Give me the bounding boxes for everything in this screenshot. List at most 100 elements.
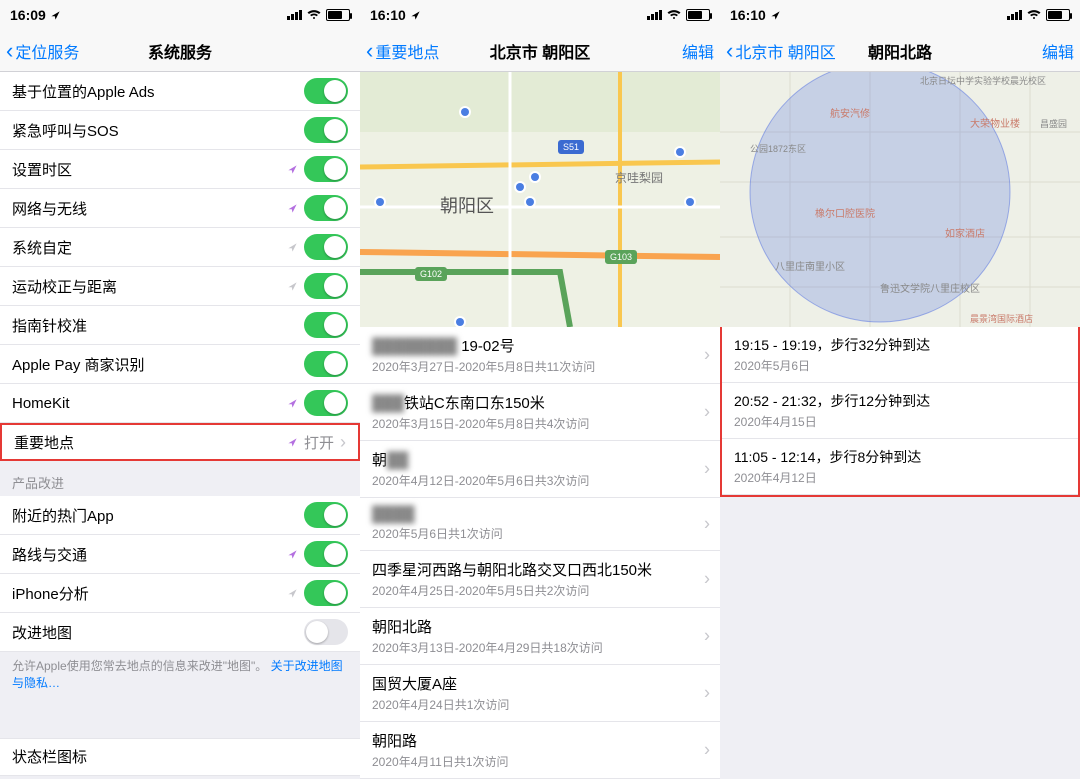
toggle-switch[interactable] xyxy=(304,156,348,182)
visit-row[interactable]: 19:15 - 19:19，步行32分钟到达2020年5月6日 xyxy=(722,327,1078,383)
location-subtitle: 2020年5月6日共1次访问 xyxy=(372,525,503,542)
location-subtitle: 2020年4月25日-2020年5月5日共2次访问 xyxy=(372,582,589,599)
location-row[interactable]: 朝阳北路2020年3月13日-2020年4月29日共18次访问› xyxy=(360,608,720,665)
back-button[interactable]: ‹ 定位服务 xyxy=(6,39,79,63)
status-time: 16:09 xyxy=(10,7,46,23)
svg-text:航安汽修: 航安汽修 xyxy=(830,107,870,120)
map-view[interactable]: G102 G103 S51 朝阳区 京哇梨园 xyxy=(360,72,720,327)
location-row[interactable]: 四季星河西路与朝阳北路交叉口西北150米 2020年4月25日-2020年5月5日… xyxy=(360,551,720,608)
chevron-left-icon: ‹ xyxy=(6,40,13,62)
chevron-right-icon: › xyxy=(704,683,710,704)
chevron-right-icon: › xyxy=(704,402,710,423)
row-label: 重要地点 xyxy=(14,432,74,453)
back-label: 定位服务 xyxy=(15,39,79,63)
row-label: HomeKit xyxy=(12,395,70,412)
chevron-right-icon: › xyxy=(704,569,710,590)
svg-text:鲁迅文学院八里庄校区: 鲁迅文学院八里庄校区 xyxy=(880,282,980,295)
svg-text:G103: G103 xyxy=(610,252,632,262)
location-row[interactable]: ████2020年5月6日共1次访问› xyxy=(360,498,720,551)
location-row[interactable]: 国贸大厦A座2020年4月24日共1次访问› xyxy=(360,665,720,722)
settings-row: Apple Pay 商家识别 xyxy=(0,345,360,384)
row-label: 系统自定 xyxy=(12,237,72,258)
back-label: 北京市 朝阳区 xyxy=(735,39,835,63)
svg-text:大荣物业楼: 大荣物业楼 xyxy=(970,117,1020,130)
toggle-switch[interactable] xyxy=(304,351,348,377)
screen-location-detail: 16:10 ‹ 北京市 朝阳区 朝阳北路 编辑 xyxy=(720,0,1080,779)
page-title: 朝阳北路 xyxy=(868,39,932,63)
visit-date: 2020年4月15日 xyxy=(734,413,817,430)
visit-row[interactable]: 20:52 - 21:32，步行12分钟到达 2020年4月15日 xyxy=(722,383,1078,439)
location-title: 四季星河西路与朝阳北路交叉口西北150米 xyxy=(372,559,652,580)
svg-text:G102: G102 xyxy=(420,269,442,279)
toggle-switch[interactable] xyxy=(304,502,348,528)
visit-title: 20:52 - 21:32，步行12分钟到达 xyxy=(734,391,930,411)
toggle-switch[interactable] xyxy=(304,619,348,645)
significant-locations-row[interactable]: 重要地点 打开 › xyxy=(0,423,360,461)
location-title: ████████ 19-02号 xyxy=(372,335,515,356)
settings-list: 基于位置的Apple Ads紧急呼叫与SOS设置时区网络与无线系统自定运动校正与… xyxy=(0,72,360,779)
page-title: 系统服务 xyxy=(148,39,212,63)
location-arrow-icon xyxy=(410,10,421,21)
toggle-switch[interactable] xyxy=(304,234,348,260)
cellular-icon xyxy=(287,10,302,20)
location-subtitle: 2020年4月24日共1次访问 xyxy=(372,696,509,713)
chevron-right-icon: › xyxy=(340,432,346,453)
location-row[interactable]: ███铁站C东南口东150米2020年3月15日-2020年5月8日共4次访问› xyxy=(360,384,720,441)
toggle-switch[interactable] xyxy=(304,541,348,567)
page-title: 北京市 朝阳区 xyxy=(490,39,590,63)
settings-row: 路线与交通 xyxy=(0,535,360,574)
location-arrow-icon xyxy=(287,398,298,409)
toggle-switch[interactable] xyxy=(304,195,348,221)
battery-icon xyxy=(1046,9,1070,21)
settings-row: 紧急呼叫与SOS xyxy=(0,111,360,150)
status-time: 16:10 xyxy=(730,7,766,23)
wifi-icon xyxy=(306,8,322,22)
row-label: 指南针校准 xyxy=(12,315,87,336)
back-label: 重要地点 xyxy=(375,39,439,63)
row-label: Apple Pay 商家识别 xyxy=(12,354,145,375)
visit-title: 19:15 - 19:19，步行32分钟到达 xyxy=(734,335,930,355)
location-title: 朝██ xyxy=(372,449,408,470)
cellular-icon xyxy=(1007,10,1022,20)
section-header: 产品改进 xyxy=(0,461,360,496)
location-arrow-icon xyxy=(50,10,61,21)
settings-row: 网络与无线 xyxy=(0,189,360,228)
location-list: ████████ 19-02号 2020年3月27日-2020年5月8日共11次访… xyxy=(360,327,720,779)
location-subtitle: 2020年4月11日共1次访问 xyxy=(372,753,509,770)
location-row[interactable]: 朝阳路2020年4月11日共1次访问› xyxy=(360,722,720,779)
map-view[interactable]: 航安汽修 大荣物业楼 橡尔口腔医院 如家酒店 八里庄南里小区 鲁迅文学院八里庄校… xyxy=(720,72,1080,327)
back-button[interactable]: ‹ 北京市 朝阳区 xyxy=(726,39,836,63)
location-row[interactable]: ████████ 19-02号 2020年3月27日-2020年5月8日共11次访… xyxy=(360,327,720,384)
toggle-switch[interactable] xyxy=(304,390,348,416)
back-button[interactable]: ‹ 重要地点 xyxy=(366,39,439,63)
status-bar: 16:10 xyxy=(360,0,720,30)
chevron-right-icon: › xyxy=(704,345,710,366)
status-bar-icon-row[interactable]: 状态栏图标 xyxy=(0,738,360,776)
svg-text:如家酒店: 如家酒店 xyxy=(945,227,985,240)
toggle-switch[interactable] xyxy=(304,78,348,104)
wifi-icon xyxy=(666,8,682,22)
settings-row: 改进地图 xyxy=(0,613,360,652)
location-arrow-icon xyxy=(287,588,298,599)
toggle-switch[interactable] xyxy=(304,580,348,606)
screen-locations-list: 16:10 ‹ 重要地点 北京市 朝阳区 编辑 xyxy=(360,0,720,779)
toggle-switch[interactable] xyxy=(304,117,348,143)
settings-row: 附近的热门App xyxy=(0,496,360,535)
chevron-right-icon: › xyxy=(704,514,710,535)
screen-system-services: 16:09 ‹ 定位服务 系统服务 基于位置的Apple Ads紧急呼叫与SOS… xyxy=(0,0,360,779)
edit-button[interactable]: 编辑 xyxy=(682,39,714,63)
toggle-switch[interactable] xyxy=(304,312,348,338)
location-row[interactable]: 朝██2020年4月12日-2020年5月6日共3次访问› xyxy=(360,441,720,498)
row-label: 设置时区 xyxy=(12,159,72,180)
row-label: 改进地图 xyxy=(12,622,72,643)
edit-button[interactable]: 编辑 xyxy=(1042,39,1074,63)
status-bar: 16:09 xyxy=(0,0,360,30)
location-arrow-icon xyxy=(287,242,298,253)
location-subtitle: 2020年3月27日-2020年5月8日共11次访问 xyxy=(372,358,595,375)
row-label: 路线与交通 xyxy=(12,544,87,565)
row-label: iPhone分析 xyxy=(12,583,89,604)
location-title: 朝阳路 xyxy=(372,730,417,751)
visit-row[interactable]: 11:05 - 12:14，步行8分钟到达2020年4月12日 xyxy=(722,439,1078,495)
toggle-switch[interactable] xyxy=(304,273,348,299)
svg-text:八里庄南里小区: 八里庄南里小区 xyxy=(775,260,845,273)
